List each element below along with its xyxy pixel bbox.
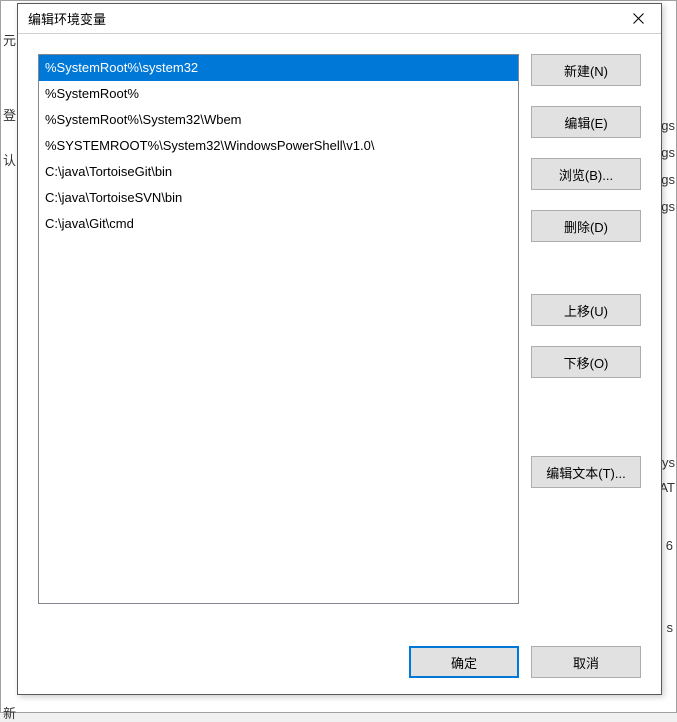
edit-button[interactable]: 编辑(E): [531, 106, 641, 138]
browse-button[interactable]: 浏览(B)...: [531, 158, 641, 190]
dialog-title: 编辑环境变量: [28, 9, 106, 28]
titlebar: 编辑环境变量: [18, 4, 661, 34]
list-item[interactable]: C:\java\TortoiseSVN\bin: [39, 185, 518, 211]
close-button[interactable]: [616, 4, 661, 33]
new-button[interactable]: 新建(N): [531, 54, 641, 86]
cancel-button[interactable]: 取消: [531, 646, 641, 678]
dialog-footer: 确定 取消: [38, 646, 641, 678]
bg-text: gs: [661, 172, 675, 187]
list-item[interactable]: C:\java\Git\cmd: [39, 211, 518, 237]
bg-text: 6: [666, 538, 673, 553]
list-item[interactable]: %SystemRoot%\System32\Wbem: [39, 107, 518, 133]
bg-text: ys: [662, 455, 675, 470]
list-item[interactable]: %SYSTEMROOT%\System32\WindowsPowerShell\…: [39, 133, 518, 159]
bg-text: gs: [661, 199, 675, 214]
close-icon: [633, 13, 644, 24]
move-down-button[interactable]: 下移(O): [531, 346, 641, 378]
bg-text: 认: [3, 150, 16, 169]
bg-text: 元: [3, 30, 16, 49]
bg-text: s: [667, 620, 674, 635]
edit-env-var-dialog: 编辑环境变量 %SystemRoot%\system32 %SystemRoot…: [17, 3, 662, 695]
list-item[interactable]: %SystemRoot%: [39, 81, 518, 107]
delete-button[interactable]: 删除(D): [531, 210, 641, 242]
list-item[interactable]: %SystemRoot%\system32: [39, 55, 518, 81]
move-up-button[interactable]: 上移(U): [531, 294, 641, 326]
ok-button[interactable]: 确定: [409, 646, 519, 678]
bg-text: 登: [3, 105, 16, 124]
bg-text: gs: [661, 118, 675, 133]
edit-text-button[interactable]: 编辑文本(T)...: [531, 456, 641, 488]
path-listbox[interactable]: %SystemRoot%\system32 %SystemRoot% %Syst…: [38, 54, 519, 604]
list-item[interactable]: C:\java\TortoiseGit\bin: [39, 159, 518, 185]
bg-text: gs: [661, 145, 675, 160]
side-button-column: 新建(N) 编辑(E) 浏览(B)... 删除(D) 上移(U) 下移(O) 编…: [531, 54, 641, 628]
